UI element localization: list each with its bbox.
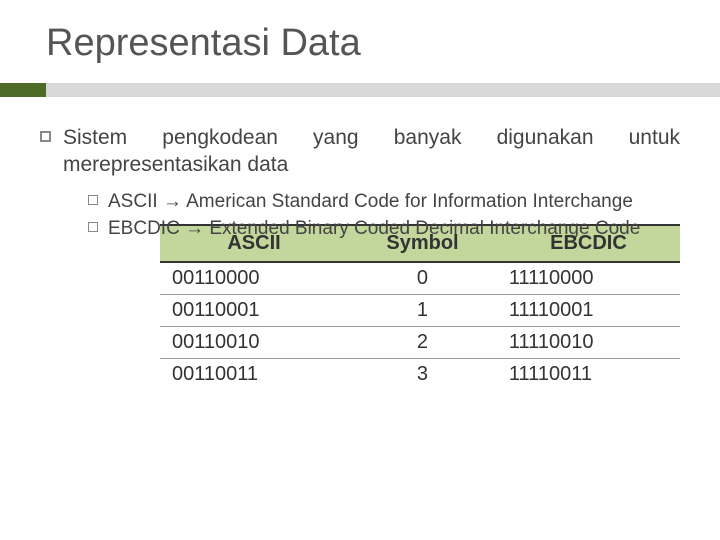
cell-symbol: 0 (348, 262, 497, 295)
subitem-marker-icon (88, 222, 98, 232)
bullet-text: Sistem pengkodean yang banyak digunakan … (63, 125, 680, 179)
encoding-table-wrap: ASCII Symbol EBCDIC 00110000 0 11110000 … (160, 224, 680, 390)
subitem-text: ASCII → American Standard Code for Infor… (108, 189, 680, 215)
divider (0, 83, 720, 97)
subitem: ASCII → American Standard Code for Infor… (88, 189, 680, 215)
encoding-table: ASCII Symbol EBCDIC 00110000 0 11110000 … (160, 224, 680, 390)
cell-ascii: 00110011 (160, 359, 348, 391)
cell-ascii: 00110010 (160, 327, 348, 359)
divider-main (46, 83, 720, 97)
cell-ebcdic: 11110010 (497, 327, 680, 359)
divider-accent (0, 83, 46, 97)
cell-ascii: 00110001 (160, 295, 348, 327)
cell-ebcdic: 11110011 (497, 359, 680, 391)
cell-ebcdic: 11110001 (497, 295, 680, 327)
cell-ascii: 00110000 (160, 262, 348, 295)
table-row: 00110010 2 11110010 (160, 327, 680, 359)
cell-symbol: 3 (348, 359, 497, 391)
bullet-marker-icon (40, 131, 51, 142)
cell-ebcdic: 11110000 (497, 262, 680, 295)
cell-symbol: 1 (348, 295, 497, 327)
table-row: 00110000 0 11110000 (160, 262, 680, 295)
table-row: 00110001 1 11110001 (160, 295, 680, 327)
subitem-marker-icon (88, 195, 98, 205)
cell-symbol: 2 (348, 327, 497, 359)
page-title: Representasi Data (0, 0, 720, 65)
content-area: Sistem pengkodean yang banyak digunakan … (0, 97, 720, 390)
table-row: 00110011 3 11110011 (160, 359, 680, 391)
bullet-item: Sistem pengkodean yang banyak digunakan … (40, 125, 680, 179)
